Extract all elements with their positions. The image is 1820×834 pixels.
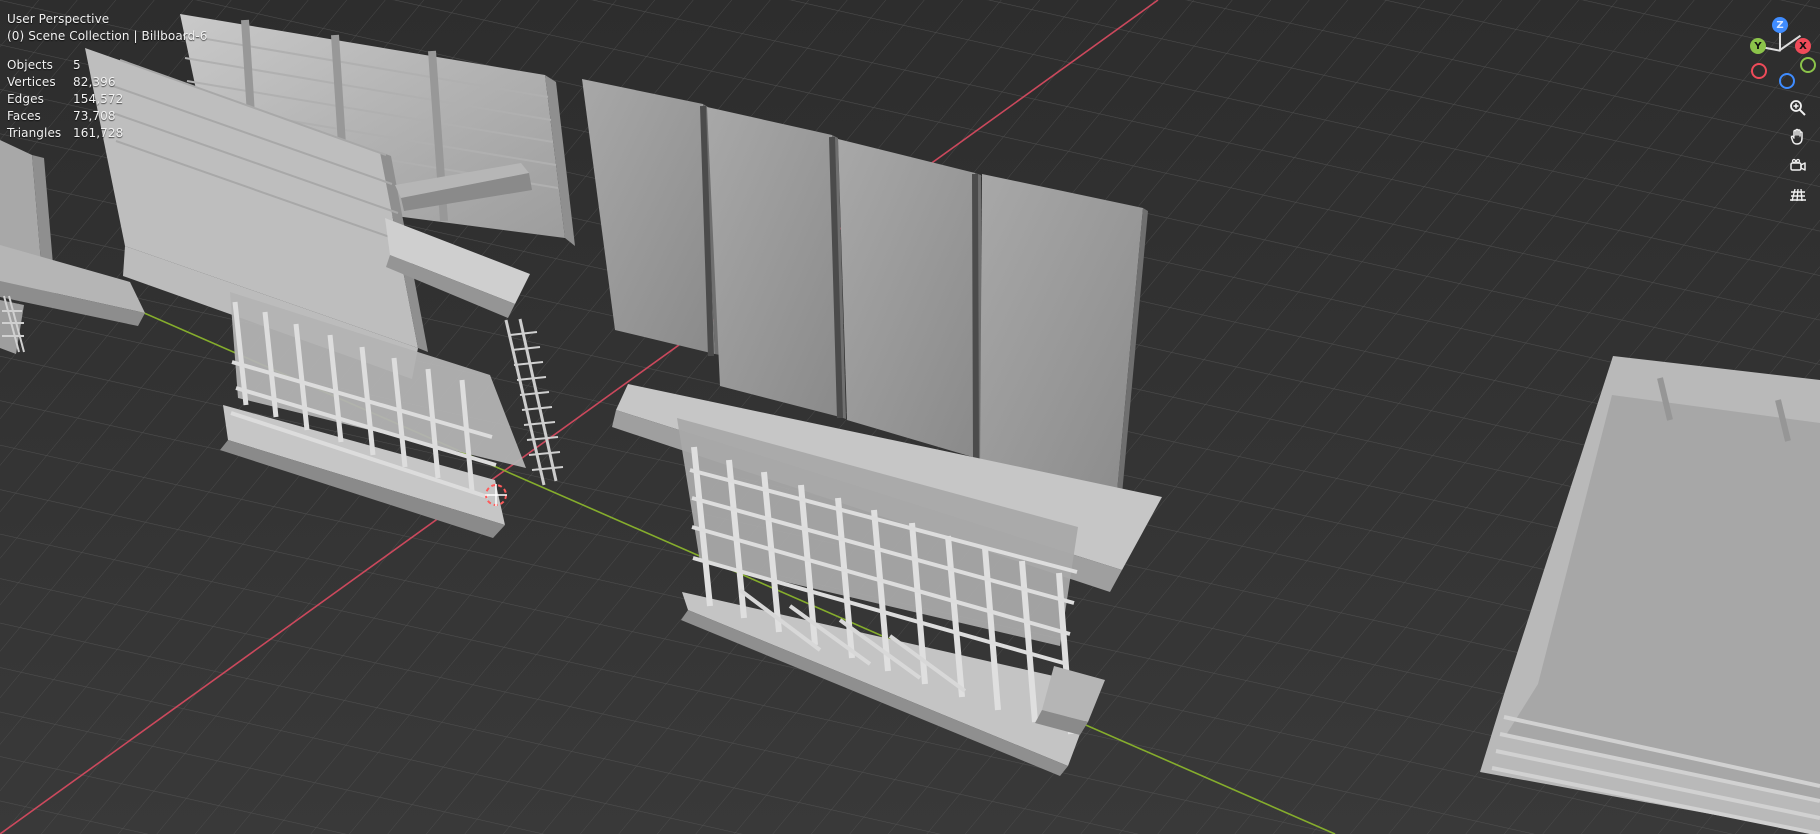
gizmo-z-line [1779, 33, 1781, 51]
camera-icon[interactable] [1788, 156, 1808, 176]
view-mode-label: User Perspective [7, 12, 110, 26]
stats-triangles-label: Triangles [7, 126, 62, 140]
hand-icon[interactable] [1788, 127, 1808, 147]
3d-viewport[interactable]: User Perspective (0) Scene Collection | … [0, 0, 1820, 834]
stats-faces-value: 73,708 [73, 109, 116, 123]
stats-vertices-label: Vertices [7, 75, 56, 89]
gizmo-z-axis-icon[interactable]: Z [1772, 17, 1788, 33]
viewport-info: User Perspective (0) Scene Collection | … [7, 11, 208, 45]
stats-vertices-value: 82,396 [73, 75, 116, 89]
gizmo-negative-z-axis-icon[interactable] [1779, 73, 1795, 89]
stats-triangles-value: 161,728 [73, 126, 124, 140]
stats-objects-value: 5 [73, 58, 81, 72]
scene-canvas[interactable] [0, 0, 1820, 834]
zoom-icon[interactable] [1788, 98, 1808, 118]
stats-edges-label: Edges [7, 92, 44, 106]
collection-path-label: (0) Scene Collection | Billboard-6 [7, 29, 208, 43]
stats-objects-label: Objects [7, 58, 54, 72]
navigation-gizmo[interactable]: Z Y X [1740, 16, 1820, 89]
gizmo-negative-y-axis-icon[interactable] [1800, 57, 1816, 73]
gizmo-x-axis-icon[interactable]: X [1795, 38, 1811, 54]
stats-edges-value: 154,572 [73, 92, 124, 106]
grid-icon[interactable] [1788, 185, 1808, 205]
scene-stats: Objects 5 Vertices 82,396 Edges 154,572 … [7, 57, 143, 142]
viewport-tools [1787, 98, 1809, 205]
gizmo-y-axis-icon[interactable]: Y [1750, 38, 1766, 54]
gizmo-negative-x-axis-icon[interactable] [1751, 63, 1767, 79]
stats-faces-label: Faces [7, 109, 41, 123]
